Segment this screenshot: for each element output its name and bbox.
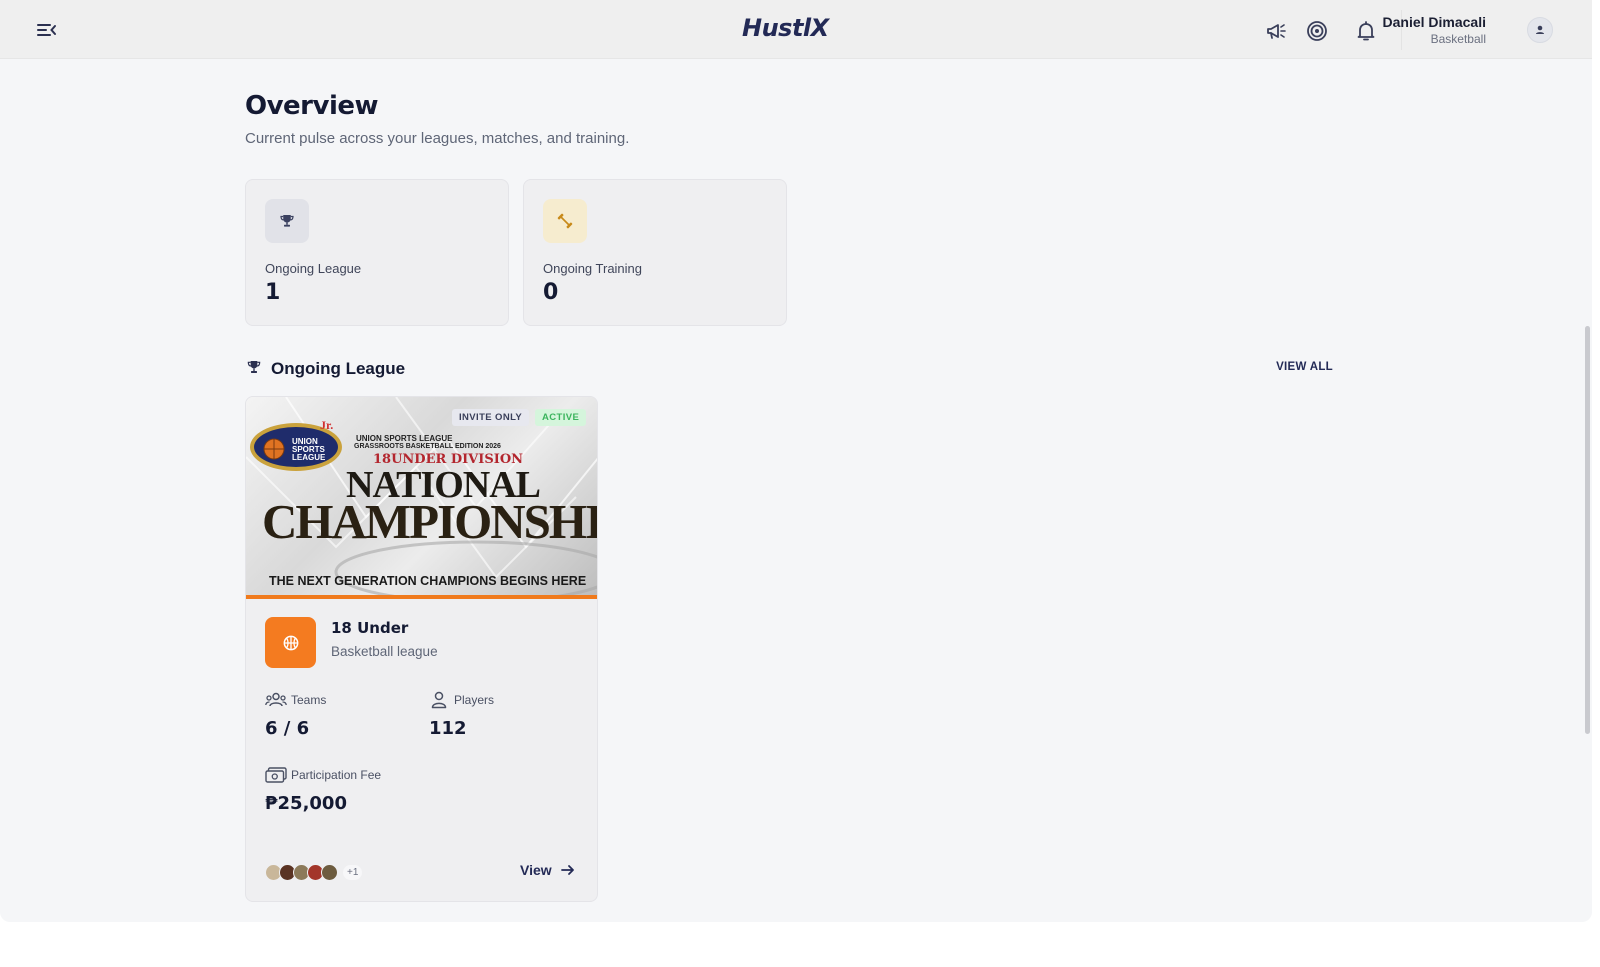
bell-icon[interactable] [1354, 19, 1378, 43]
app-logo[interactable]: HustlX [742, 14, 829, 42]
team-logo-avatar [321, 863, 338, 881]
menu-collapse-icon[interactable] [34, 20, 58, 40]
stat-card-ongoing-league[interactable]: Ongoing League 1 [245, 179, 509, 326]
union-sports-league-logo: UNION SPORTS LEAGUE Jr. [250, 418, 342, 471]
players-value: 112 [429, 718, 467, 739]
league-name: 18 Under [331, 619, 409, 637]
participation-fee-label: Participation Fee [291, 768, 382, 782]
league-banner: UNION SPORTS LEAGUE Jr. UNION SPORTS LEA… [246, 397, 598, 599]
stat-value: 1 [265, 280, 281, 305]
stat-value: 0 [543, 280, 559, 305]
banner-line2: GRASSROOTS BASKETBALL EDITION 2026 [354, 443, 501, 450]
dumbbell-icon [557, 213, 573, 229]
app-window: HustlX Daniel Dimacali Basketball Overvi… [0, 0, 1592, 922]
megaphone-icon[interactable] [1265, 19, 1289, 43]
banner-line1: UNION SPORTS LEAGUE [356, 434, 453, 443]
stat-card-ongoing-training[interactable]: Ongoing Training 0 [523, 179, 787, 326]
view-league-button[interactable]: View [520, 862, 576, 878]
league-type: Basketball league [331, 644, 438, 659]
users-group-icon [265, 692, 287, 707]
page-title: Overview [245, 91, 379, 121]
teams-value: 6 / 6 [265, 718, 310, 739]
avatar[interactable] [1527, 17, 1553, 43]
section-title: Ongoing League [271, 359, 406, 378]
trophy-icon [280, 215, 294, 227]
money-icon [265, 767, 287, 783]
view-all-link[interactable]: VIEW ALL [1276, 361, 1333, 373]
stat-label: Ongoing Training [543, 261, 643, 276]
stat-icon-box [543, 199, 587, 243]
banner-tagline: THE NEXT GENERATION CHAMPIONS BEGINS HER… [269, 574, 587, 588]
page-subtitle: Current pulse across your leagues, match… [245, 130, 630, 147]
user-name[interactable]: Daniel Dimacali [1383, 14, 1487, 30]
target-icon[interactable] [1305, 19, 1329, 43]
scrollbar[interactable] [1585, 326, 1590, 734]
svg-text:Jr.: Jr. [320, 418, 333, 432]
trophy-icon [247, 361, 261, 373]
stat-label: Ongoing League [265, 261, 362, 276]
status-badge: ACTIVE [535, 409, 587, 426]
league-card[interactable]: UNION SPORTS LEAGUE Jr. UNION SPORTS LEA… [245, 396, 598, 902]
svg-text:LEAGUE: LEAGUE [292, 453, 326, 462]
top-bar: HustlX Daniel Dimacali Basketball [0, 0, 1592, 59]
user-icon [431, 691, 447, 709]
league-sport-icon-box [265, 617, 316, 668]
banner-championship: CHAMPIONSHIP [262, 494, 598, 549]
user-sport: Basketball [1430, 32, 1486, 46]
user-icon [1536, 25, 1544, 34]
stat-icon-box [265, 199, 309, 243]
participation-fee-value: ₱25,000 [265, 793, 347, 814]
teams-label: Teams [291, 693, 327, 707]
players-label: Players [454, 693, 495, 707]
arrow-right-icon [560, 865, 574, 875]
view-label: View [520, 862, 552, 878]
basketball-icon [283, 635, 298, 650]
invite-only-badge: INVITE ONLY [452, 409, 530, 426]
more-teams-count: +1 [343, 864, 363, 880]
team-avatar-stack: +1 [265, 862, 363, 882]
